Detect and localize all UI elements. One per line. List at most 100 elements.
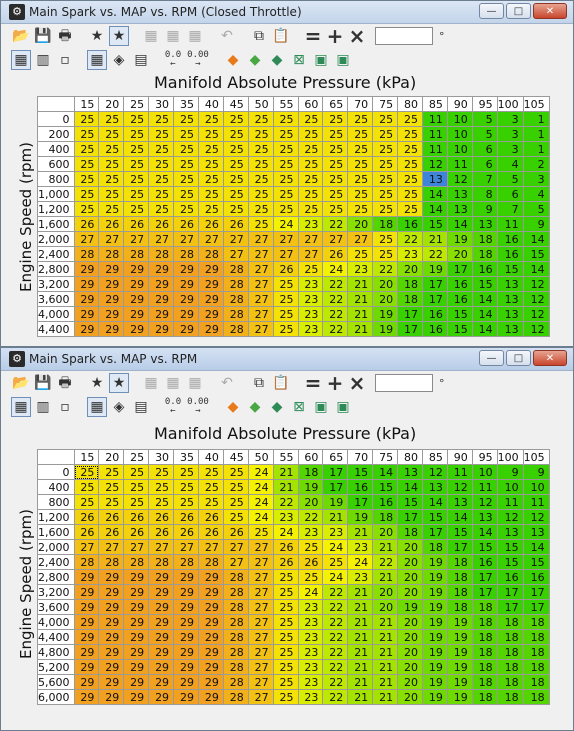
table-cell[interactable]: 25	[272, 156, 299, 172]
column-header[interactable]: 65	[322, 96, 349, 112]
table-cell[interactable]: 13	[496, 276, 524, 292]
table-cell[interactable]: 26	[173, 524, 199, 540]
table-cell[interactable]: 25	[197, 156, 224, 172]
table-cell[interactable]: 29	[73, 321, 100, 337]
table-cell[interactable]: 29	[173, 321, 199, 337]
table-cell[interactable]: 28	[98, 246, 125, 262]
column-header[interactable]: 105	[522, 96, 550, 112]
table-cell[interactable]: 28	[73, 554, 100, 570]
multiply-value-icon[interactable]: ×	[347, 373, 367, 393]
save-icon[interactable]: 💾	[33, 26, 53, 46]
table-cell[interactable]: 27	[247, 276, 274, 292]
table-cell[interactable]: 6	[496, 186, 524, 202]
row-header[interactable]: 2,400	[37, 554, 75, 570]
table-cell[interactable]: 29	[173, 629, 199, 645]
row-header[interactable]: 2,400	[37, 246, 75, 262]
row-header[interactable]: 2,800	[37, 569, 75, 585]
table-cell[interactable]: 24	[322, 539, 349, 555]
table-cell[interactable]: 18	[446, 569, 473, 585]
table-cell[interactable]: 29	[173, 599, 199, 615]
table-cell[interactable]: 28	[222, 629, 249, 645]
column-header[interactable]: 55	[272, 96, 299, 112]
table-cell[interactable]: 19	[446, 659, 473, 675]
table-cell[interactable]: 25	[272, 186, 299, 202]
table-cell[interactable]: 16	[446, 291, 473, 307]
title-bar[interactable]: ⚙ Main Spark vs. MAP vs. RPM (Closed Thr…	[1, 1, 573, 24]
table-cell[interactable]: 22	[297, 509, 324, 525]
table-cell[interactable]: 26	[123, 509, 150, 525]
table-cell[interactable]: 29	[98, 599, 125, 615]
close-button[interactable]: ✕	[533, 3, 567, 19]
table-cell[interactable]: 11	[446, 464, 473, 480]
table-cell[interactable]: 22	[272, 494, 299, 510]
table-cell[interactable]: 25	[123, 201, 150, 217]
row-header[interactable]: 2,800	[37, 261, 75, 277]
table-cell[interactable]: 29	[123, 629, 150, 645]
table-cell[interactable]: 28	[173, 246, 199, 262]
table-cell[interactable]: 18	[471, 231, 498, 247]
table-cell[interactable]: 25	[222, 509, 249, 525]
row-header[interactable]: 4,800	[37, 644, 75, 660]
table-cell[interactable]: 14	[421, 186, 448, 202]
table-cell[interactable]: 22	[322, 321, 349, 337]
table-cell[interactable]: 25	[197, 186, 224, 202]
row-header[interactable]: 4,400	[37, 629, 75, 645]
table-cell[interactable]: 25	[73, 171, 100, 187]
table-cell[interactable]: 25	[372, 111, 399, 127]
table-cell[interactable]: 18	[471, 644, 498, 660]
row-header[interactable]: 5,600	[37, 674, 75, 690]
table-cell[interactable]: 21	[347, 306, 374, 322]
table-cell[interactable]: 25	[247, 201, 274, 217]
table-cell[interactable]: 14	[522, 261, 550, 277]
table-cell[interactable]: 15	[471, 539, 498, 555]
table-cell[interactable]: 29	[173, 674, 199, 690]
table-cell[interactable]: 29	[123, 261, 150, 277]
table-cell[interactable]: 29	[73, 584, 100, 600]
table-cell[interactable]: 18	[471, 629, 498, 645]
paste-icon[interactable]: 📋	[271, 373, 291, 393]
table-cell[interactable]: 19	[347, 509, 374, 525]
row-header[interactable]: 400	[37, 141, 75, 157]
table-cell[interactable]: 25	[222, 464, 249, 480]
table-cell[interactable]: 29	[123, 584, 150, 600]
table-cell[interactable]: 23	[322, 524, 349, 540]
table-cell[interactable]: 13	[446, 494, 473, 510]
table-cell[interactable]: 29	[197, 291, 224, 307]
table-cell[interactable]: 29	[98, 644, 125, 660]
table-cell[interactable]: 23	[297, 629, 324, 645]
table-cell[interactable]: 16	[446, 276, 473, 292]
table-cell[interactable]: 29	[123, 306, 150, 322]
table-cell[interactable]: 25	[322, 554, 349, 570]
table-cell[interactable]: 25	[222, 171, 249, 187]
table-cell[interactable]: 25	[272, 276, 299, 292]
table-cell[interactable]: 27	[247, 321, 274, 337]
table-cell[interactable]: 28	[148, 246, 175, 262]
table-cell[interactable]: 11	[421, 111, 448, 127]
table-cell[interactable]: 27	[247, 261, 274, 277]
compare-icon[interactable]: ★	[87, 373, 107, 393]
table-compare-icon[interactable]: ▦	[185, 373, 205, 393]
table-cell[interactable]: 5	[496, 171, 524, 187]
table-cell[interactable]: 11	[496, 494, 524, 510]
column-header[interactable]: 20	[98, 449, 125, 465]
table-cell[interactable]: 4	[496, 156, 524, 172]
table-cell[interactable]: 27	[98, 539, 125, 555]
table-cell[interactable]: 21	[372, 539, 399, 555]
table-cell[interactable]: 11	[421, 126, 448, 142]
table-cell[interactable]: 28	[197, 246, 224, 262]
table-cell[interactable]: 23	[297, 291, 324, 307]
table-cell[interactable]: 18	[397, 291, 423, 307]
table-cell[interactable]: 11	[522, 494, 550, 510]
table-cell[interactable]: 7	[471, 171, 498, 187]
table-cell[interactable]: 25	[123, 156, 150, 172]
table-cell[interactable]: 13	[522, 524, 550, 540]
table-cell[interactable]: 12	[446, 479, 473, 495]
table-cell[interactable]: 17	[397, 321, 423, 337]
decrease-decimals-icon[interactable]: 0.0 ←	[163, 397, 183, 417]
table-cell[interactable]: 27	[247, 291, 274, 307]
column-header[interactable]: 60	[297, 449, 324, 465]
table-cell[interactable]: 28	[222, 291, 249, 307]
table-cell[interactable]: 23	[297, 276, 324, 292]
table-cell[interactable]: 23	[297, 659, 324, 675]
table-cell[interactable]: 25	[272, 569, 299, 585]
